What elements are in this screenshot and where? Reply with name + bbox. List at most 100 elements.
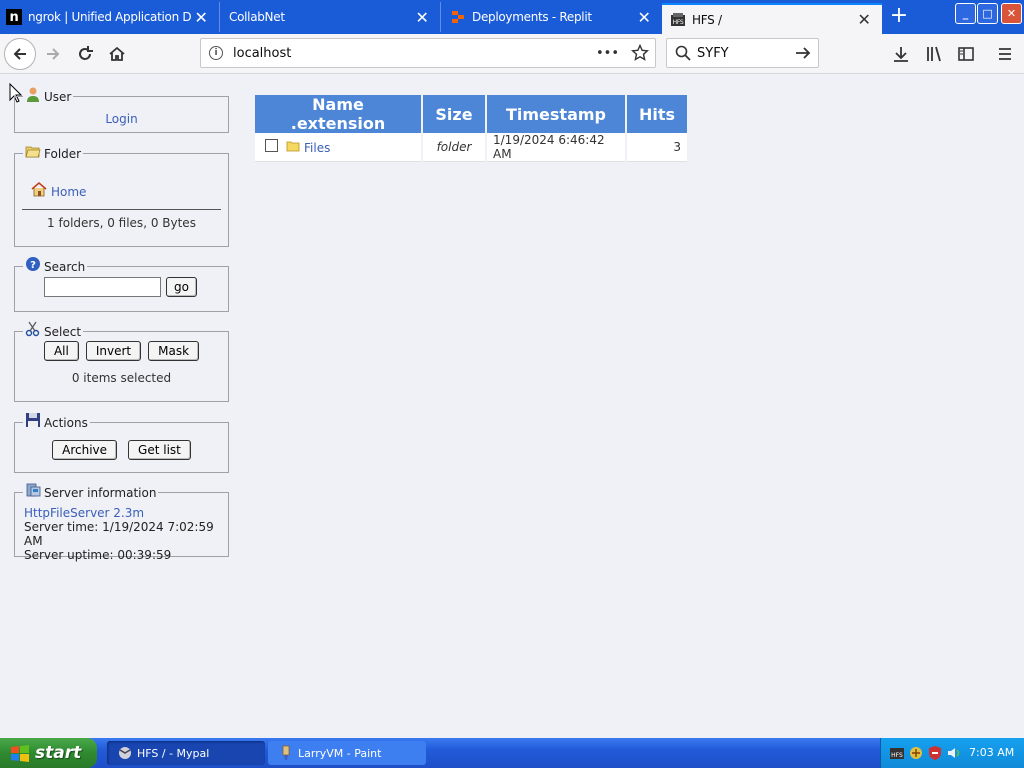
server-software-link[interactable]: HttpFileServer 2.3m <box>24 506 228 520</box>
reload-button[interactable] <box>70 39 100 69</box>
new-tab-button[interactable]: + <box>886 4 912 30</box>
actions-legend-label: Actions <box>44 416 88 430</box>
start-button[interactable]: start <box>0 738 97 768</box>
file-search-input[interactable] <box>44 277 161 297</box>
mask-button[interactable]: Mask <box>148 341 200 361</box>
tab-title: CollabNet <box>229 10 285 24</box>
minimize-icon: _ <box>962 7 969 20</box>
url-text[interactable]: localhost <box>233 46 596 61</box>
column-header-timestamp[interactable]: Timestamp <box>487 95 625 133</box>
security-shield-icon[interactable] <box>927 745 943 761</box>
svg-text:HFS: HFS <box>891 752 903 759</box>
info-icon[interactable]: i <box>209 46 223 60</box>
scissors-icon <box>25 321 40 337</box>
folder-legend: Folder <box>23 145 83 161</box>
download-icon <box>894 47 908 62</box>
paint-icon <box>282 745 290 760</box>
server-icon <box>26 483 41 497</box>
tab-collabnet[interactable]: CollabNet ✕ <box>221 2 441 32</box>
search-icon <box>675 45 691 61</box>
minimize-button[interactable]: _ <box>955 3 976 24</box>
sidebar-toggle-button[interactable] <box>951 39 981 69</box>
server-uptime: Server uptime: 00:39:59 <box>24 548 172 562</box>
replit-icon <box>450 9 466 25</box>
folder-summary: 1 folders, 0 files, 0 Bytes <box>47 216 196 230</box>
forward-arrow-icon <box>47 48 60 60</box>
library-icon <box>927 46 941 62</box>
close-icon[interactable]: ✕ <box>854 10 874 29</box>
page-actions-icon[interactable]: ••• <box>596 46 619 61</box>
bookmark-star-icon[interactable] <box>631 44 649 62</box>
hfs-icon: HFS <box>670 12 686 28</box>
server-info-legend-label: Server information <box>44 486 157 500</box>
tab-title: ngrok | Unified Application Delivery <box>28 10 191 24</box>
tab-hfs[interactable]: HFS HFS / ✕ <box>662 3 882 34</box>
downloads-button[interactable] <box>886 39 916 69</box>
forward-button[interactable] <box>38 39 68 69</box>
user-icon <box>27 87 39 102</box>
column-header-size[interactable]: Size <box>423 95 485 133</box>
taskbar-item-label: LarryVM - Paint <box>298 746 382 760</box>
invert-selection-button[interactable]: Invert <box>85 341 142 361</box>
row-checkbox[interactable] <box>265 139 278 153</box>
go-button[interactable]: go <box>166 277 197 297</box>
column-header-name[interactable]: Name .extension <box>255 95 421 133</box>
home-icon <box>109 46 125 61</box>
taskbar-item-mypal[interactable]: HFS / - Mypal <box>107 741 265 765</box>
floppy-disk-icon <box>26 413 40 427</box>
go-arrow-icon[interactable] <box>794 44 812 62</box>
library-button[interactable] <box>919 39 949 69</box>
system-tray: HFS 7:03 AM <box>880 738 1024 768</box>
server-info-panel: Server information HttpFileServer 2.3m S… <box>14 483 229 562</box>
file-table: Name .extension Size Timestamp Hits File… <box>253 95 689 162</box>
back-button[interactable] <box>4 38 36 70</box>
help-question-icon: ? <box>26 257 40 271</box>
close-icon: ✕ <box>1006 7 1017 20</box>
user-panel: User Login <box>14 87 229 133</box>
tab-bar: n ngrok | Unified Application Delivery ✕… <box>0 0 1024 34</box>
select-all-button[interactable]: All <box>43 341 79 361</box>
user-legend-label: User <box>44 90 72 104</box>
maximize-icon: □ <box>982 7 993 20</box>
tab-title: Deployments - Replit <box>472 10 592 24</box>
page-content: User Login Folder Home 1 folders, 0 file… <box>0 75 1024 738</box>
network-tray-icon[interactable] <box>908 745 924 761</box>
back-arrow-icon <box>13 48 26 60</box>
search-panel: ? Search go <box>14 257 229 312</box>
folder-panel: Folder Home 1 folders, 0 files, 0 Bytes <box>14 145 229 247</box>
login-link[interactable]: Login <box>105 112 137 126</box>
close-icon[interactable]: ✕ <box>634 8 654 27</box>
url-bar[interactable]: i localhost ••• <box>200 38 656 68</box>
archive-button[interactable]: Archive <box>52 440 118 460</box>
maximize-button[interactable]: □ <box>977 3 998 24</box>
home-icon <box>31 181 47 197</box>
user-legend: User <box>23 87 73 104</box>
tab-replit[interactable]: Deployments - Replit ✕ <box>442 2 662 32</box>
select-panel: Select All Invert Mask 0 items selected <box>14 321 229 402</box>
window-close-button[interactable]: ✕ <box>1001 3 1022 24</box>
taskbar: start HFS / - Mypal LarryVM - Paint HFS … <box>0 738 1024 768</box>
svg-text:HFS: HFS <box>673 19 684 26</box>
select-legend: Select <box>23 321 83 339</box>
home-button[interactable] <box>102 39 132 69</box>
folder-link[interactable]: Files <box>304 141 330 155</box>
column-header-hits[interactable]: Hits <box>627 95 687 133</box>
close-icon[interactable]: ✕ <box>191 8 211 27</box>
clock: 7:03 AM <box>969 746 1015 759</box>
size-cell: folder <box>423 133 485 162</box>
folder-icon <box>286 141 300 152</box>
actions-legend: Actions <box>23 413 90 430</box>
taskbar-item-paint[interactable]: LarryVM - Paint <box>268 741 426 765</box>
volume-tray-icon[interactable] <box>946 745 962 761</box>
close-icon[interactable]: ✕ <box>412 8 432 27</box>
hfs-tray-icon[interactable]: HFS <box>889 745 905 761</box>
search-input[interactable]: SYFY <box>697 46 794 61</box>
sidebar-icon <box>958 47 974 61</box>
selection-status: 0 items selected <box>71 371 172 385</box>
search-bar[interactable]: SYFY <box>666 38 819 68</box>
get-list-button[interactable]: Get list <box>128 440 191 460</box>
menu-button[interactable] <box>990 39 1020 69</box>
tab-ngrok[interactable]: n ngrok | Unified Application Delivery ✕ <box>0 2 220 32</box>
home-link[interactable]: Home <box>51 185 86 199</box>
search-legend: ? Search <box>23 257 87 274</box>
